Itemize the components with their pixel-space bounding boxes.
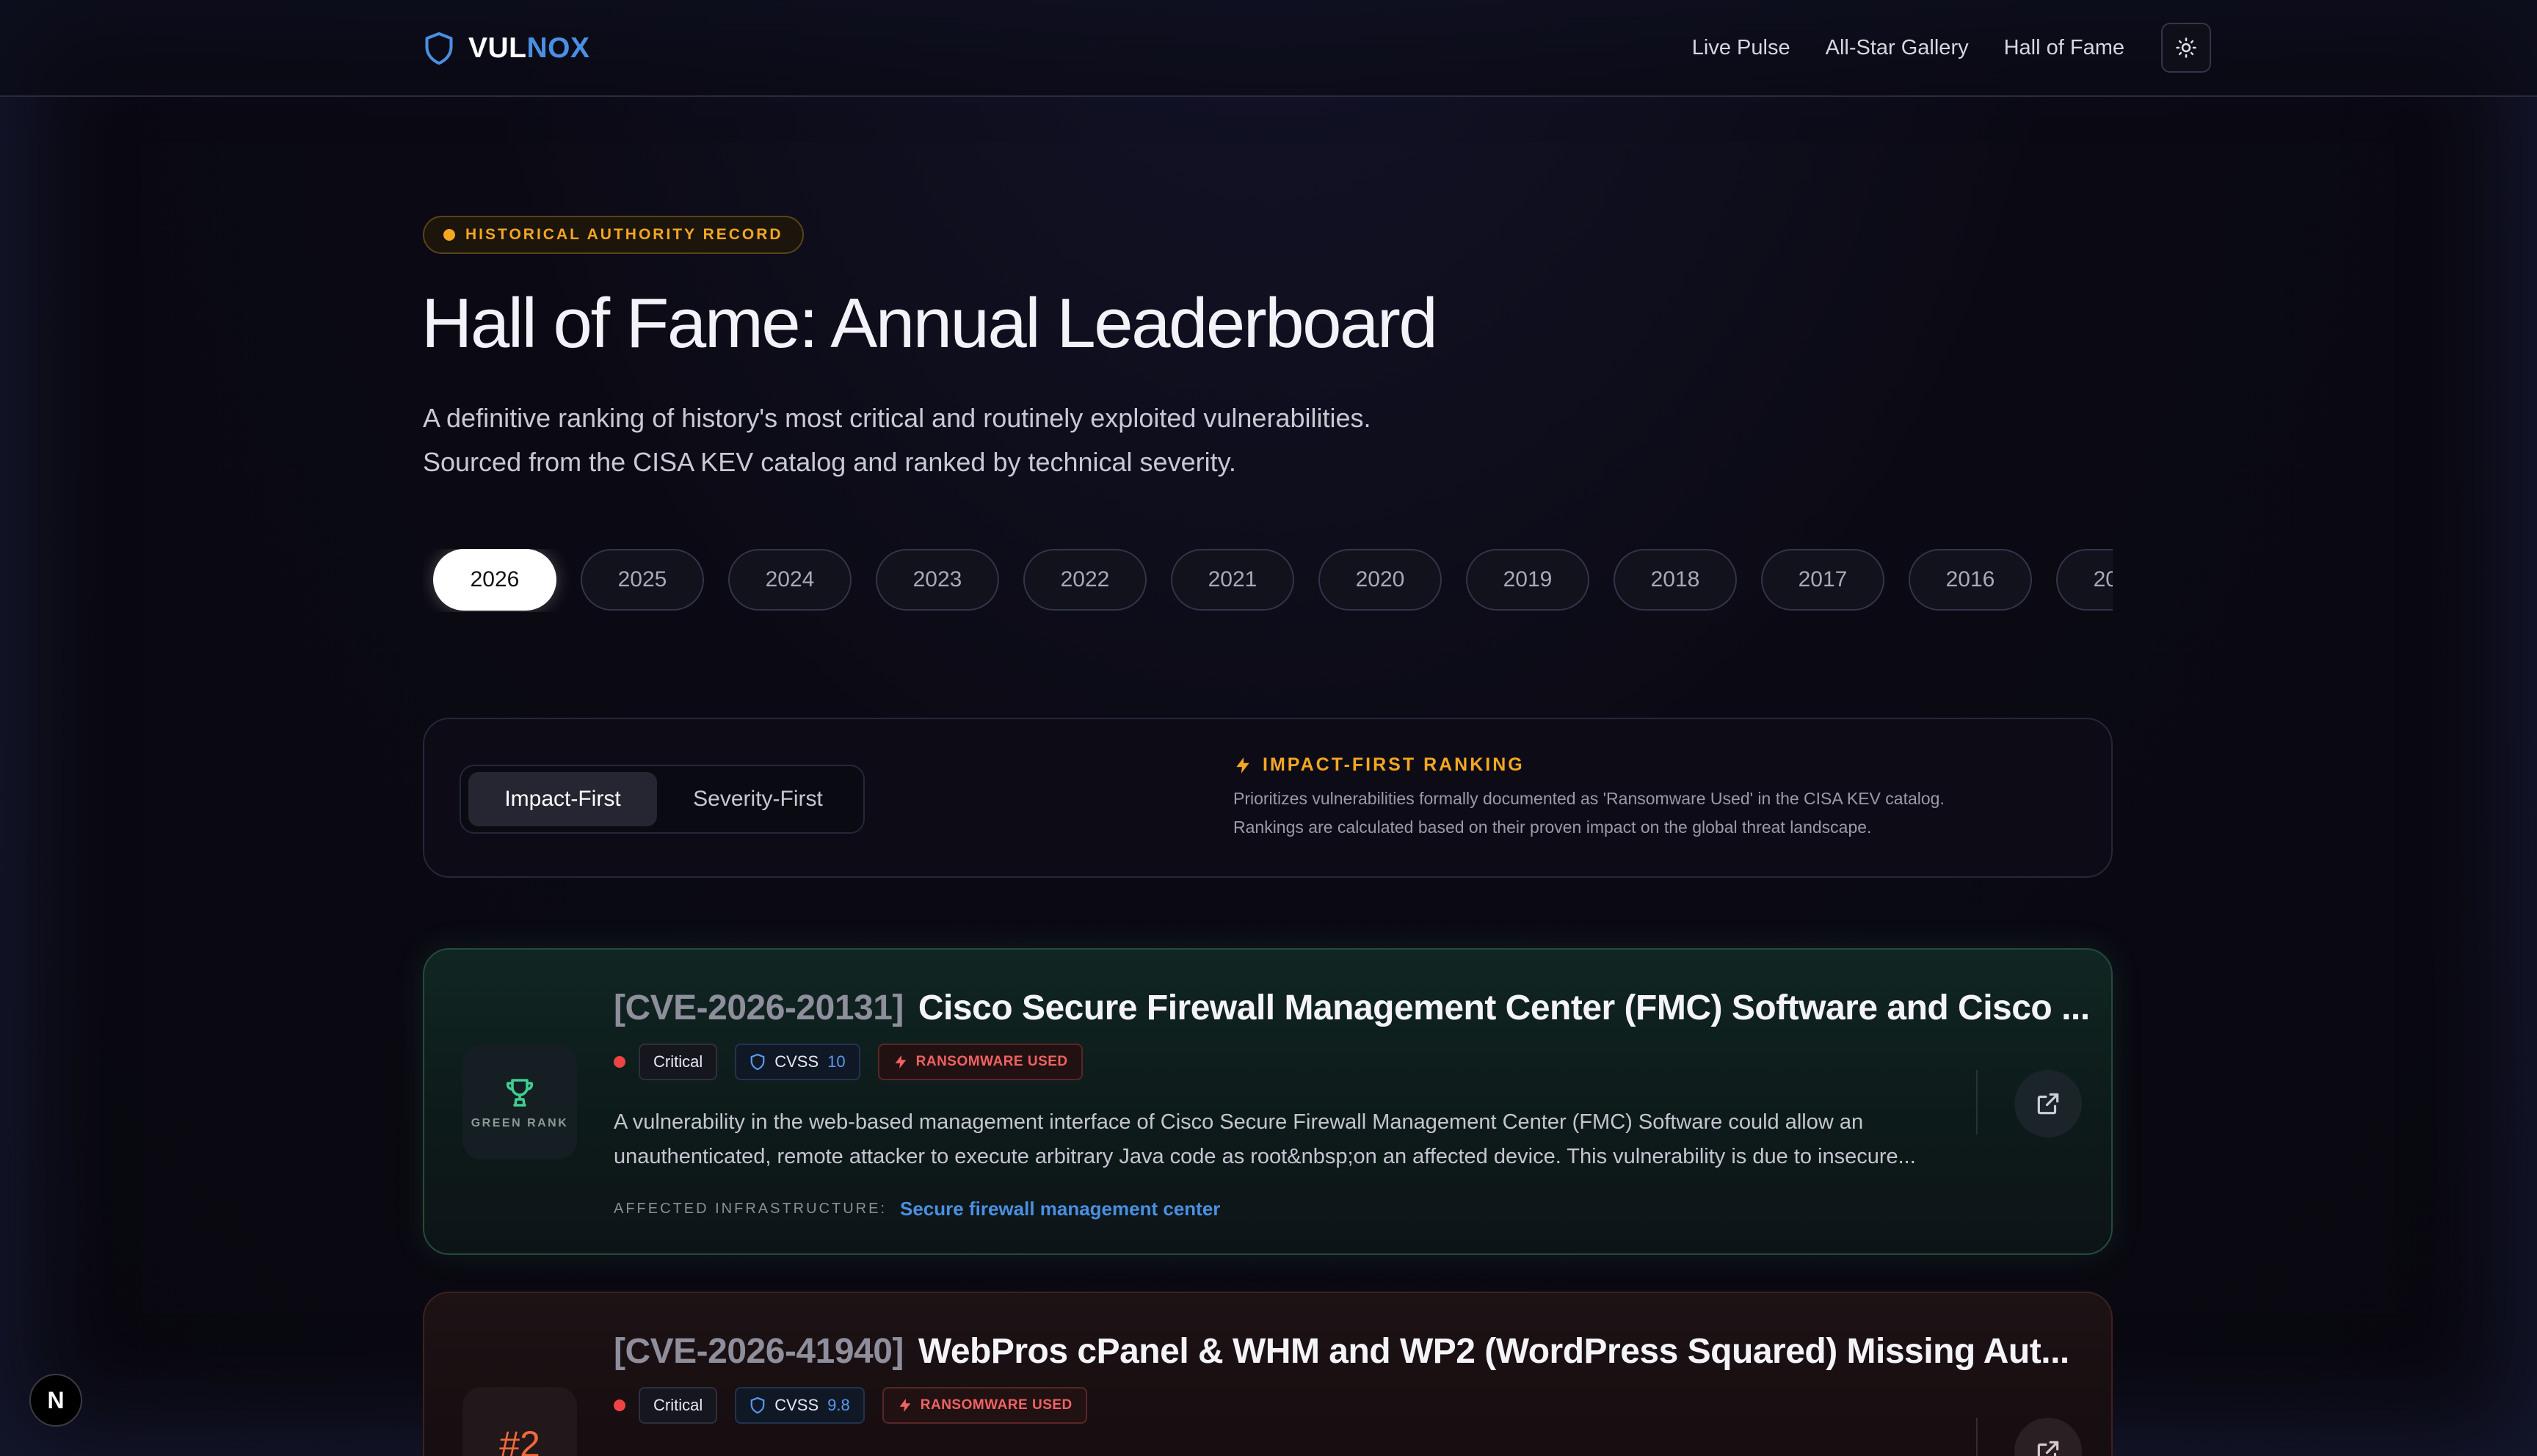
severity-dot bbox=[614, 1056, 625, 1068]
trophy-icon bbox=[506, 1079, 534, 1107]
subtitle-line-2: Sourced from the CISA KEV catalog and ra… bbox=[423, 447, 1236, 477]
shield-icon bbox=[750, 1397, 765, 1414]
ransomware-badge: RANSOMWARE USED bbox=[882, 1387, 1087, 1424]
card-divider bbox=[1976, 1070, 1978, 1135]
nav-live-pulse[interactable]: Live Pulse bbox=[1692, 36, 1790, 60]
bolt-icon bbox=[895, 1055, 906, 1069]
cvss-score: 9.8 bbox=[827, 1396, 850, 1414]
nav-all-star-gallery[interactable]: All-Star Gallery bbox=[1826, 36, 1969, 60]
card-divider bbox=[1976, 1418, 1978, 1456]
year-pill-2025[interactable]: 2025 bbox=[581, 549, 704, 611]
card-title[interactable]: [CVE-2026-41940] WebPros cPanel & WHM and… bbox=[614, 1331, 2069, 1372]
badge-label: HISTORICAL AUTHORITY RECORD bbox=[465, 226, 783, 243]
ranking-info-description: Prioritizes vulnerabilities formally doc… bbox=[1233, 785, 2077, 842]
year-track: 2026 2025 2024 2023 2022 2021 2020 2019 … bbox=[423, 549, 2113, 611]
card-tags: Critical CVSS 9.8 RANSOMWARE USED bbox=[614, 1387, 1087, 1424]
year-pill-2023[interactable]: 2023 bbox=[876, 549, 999, 611]
shield-icon bbox=[425, 32, 453, 65]
top-navbar: VULNOX Live Pulse All-Star Gallery Hall … bbox=[0, 0, 2537, 97]
year-pill-2024[interactable]: 2024 bbox=[728, 549, 852, 611]
historical-record-badge: HISTORICAL AUTHORITY RECORD bbox=[423, 216, 804, 254]
affected-infrastructure: AFFECTED INFRASTRUCTURE: Secure firewall… bbox=[614, 1198, 1220, 1220]
rank-number: #2 bbox=[499, 1424, 540, 1456]
year-pill-2019[interactable]: 2019 bbox=[1466, 549, 1589, 611]
brand-name-part2: NOX bbox=[526, 32, 590, 64]
cvss-label: CVSS bbox=[774, 1052, 819, 1071]
brand-name-part1: VUL bbox=[468, 32, 527, 64]
vulnerability-name: WebPros cPanel & WHM and WP2 (WordPress … bbox=[918, 1332, 2069, 1371]
affected-product-link[interactable]: Secure firewall management center bbox=[900, 1198, 1220, 1220]
vulnerability-card[interactable]: GREEN RANK [CVE-2026-20131] Cisco Secure … bbox=[423, 948, 2113, 1255]
main-nav: Live Pulse All-Star Gallery Hall of Fame bbox=[1657, 22, 2211, 73]
cvss-badge: CVSS 10 bbox=[735, 1044, 860, 1080]
card-tags: Critical CVSS 10 RANSOMWARE USED bbox=[614, 1044, 1083, 1080]
year-pill-2022[interactable]: 2022 bbox=[1023, 549, 1147, 611]
open-details-button[interactable] bbox=[2014, 1070, 2082, 1138]
cvss-label: CVSS bbox=[774, 1396, 819, 1414]
ranking-info: IMPACT-FIRST RANKING Prioritizes vulnera… bbox=[1233, 754, 2077, 842]
cve-id: [CVE-2026-41940] bbox=[614, 1332, 904, 1371]
year-pill-2017[interactable]: 2017 bbox=[1761, 549, 1884, 611]
ransomware-label: RANSOMWARE USED bbox=[920, 1397, 1072, 1413]
vulnerability-card[interactable]: #2 [CVE-2026-41940] WebPros cPanel & WHM … bbox=[423, 1292, 2113, 1456]
brand-logo[interactable]: VULNOX bbox=[423, 29, 590, 68]
rank-badge: #2 bbox=[462, 1387, 577, 1456]
theme-toggle-button[interactable] bbox=[2161, 23, 2211, 73]
impact-first-button[interactable]: Impact-First bbox=[468, 772, 658, 826]
rank-label: GREEN RANK bbox=[471, 1117, 569, 1129]
external-link-icon bbox=[2037, 1441, 2059, 1456]
ranking-mode-panel: Impact-First Severity-First IMPACT-FIRST… bbox=[423, 718, 2113, 878]
description-line-1: A vulnerability in the web-based managem… bbox=[614, 1110, 1864, 1134]
vulnerability-description: A vulnerability in the web-based managem… bbox=[614, 1105, 1957, 1174]
ranking-info-line-1: Prioritizes vulnerabilities formally doc… bbox=[1233, 789, 1945, 808]
ranking-info-line-2: Rankings are calculated based on their p… bbox=[1233, 818, 1872, 837]
ranking-info-header: IMPACT-FIRST RANKING bbox=[1233, 754, 2077, 776]
external-link-icon bbox=[2037, 1093, 2059, 1115]
ranking-info-title: IMPACT-FIRST RANKING bbox=[1263, 754, 1525, 775]
year-pill-2026[interactable]: 2026 bbox=[433, 549, 556, 611]
cvss-badge: CVSS 9.8 bbox=[735, 1387, 865, 1424]
bolt-icon bbox=[1236, 757, 1249, 774]
ransomware-label: RANSOMWARE USED bbox=[915, 1054, 1068, 1069]
year-pill-2016[interactable]: 2016 bbox=[1909, 549, 2032, 611]
year-pill-2020[interactable]: 2020 bbox=[1318, 549, 1442, 611]
ranking-mode-toggle: Impact-First Severity-First bbox=[460, 765, 865, 834]
severity-badge: Critical bbox=[639, 1387, 718, 1424]
severity-dot bbox=[614, 1399, 625, 1411]
cvss-score: 10 bbox=[827, 1052, 846, 1071]
vulnerability-name: Cisco Secure Firewall Management Center … bbox=[918, 989, 2090, 1027]
year-pill-2018[interactable]: 2018 bbox=[1614, 549, 1737, 611]
affected-label: AFFECTED INFRASTRUCTURE: bbox=[614, 1201, 887, 1217]
brand-name: VULNOX bbox=[468, 32, 590, 65]
shield-icon bbox=[750, 1053, 765, 1071]
page-subtitle: A definitive ranking of history's most c… bbox=[423, 396, 1371, 484]
description-line-2: unauthenticated, remote attacker to exec… bbox=[614, 1145, 1916, 1168]
bolt-icon bbox=[899, 1398, 911, 1413]
nav-hall-of-fame[interactable]: Hall of Fame bbox=[2004, 36, 2124, 60]
year-pill-2021[interactable]: 2021 bbox=[1171, 549, 1294, 611]
card-title[interactable]: [CVE-2026-20131] Cisco Secure Firewall Ma… bbox=[614, 988, 2090, 1028]
rank-badge: GREEN RANK bbox=[462, 1045, 577, 1160]
severity-first-button[interactable]: Severity-First bbox=[660, 772, 856, 826]
ransomware-badge: RANSOMWARE USED bbox=[877, 1044, 1083, 1080]
dev-tools-badge[interactable]: N bbox=[29, 1374, 82, 1427]
open-details-button[interactable] bbox=[2014, 1418, 2082, 1456]
year-pill-2015[interactable]: 2015 bbox=[2056, 549, 2113, 611]
severity-badge: Critical bbox=[639, 1044, 718, 1080]
cve-id: [CVE-2026-20131] bbox=[614, 989, 904, 1027]
badge-dot bbox=[443, 229, 455, 241]
subtitle-line-1: A definitive ranking of history's most c… bbox=[423, 403, 1371, 433]
page-title: Hall of Fame: Annual Leaderboard bbox=[421, 284, 1438, 363]
sun-icon bbox=[2176, 37, 2196, 58]
year-selector: 2026 2025 2024 2023 2022 2021 2020 2019 … bbox=[423, 549, 2113, 612]
